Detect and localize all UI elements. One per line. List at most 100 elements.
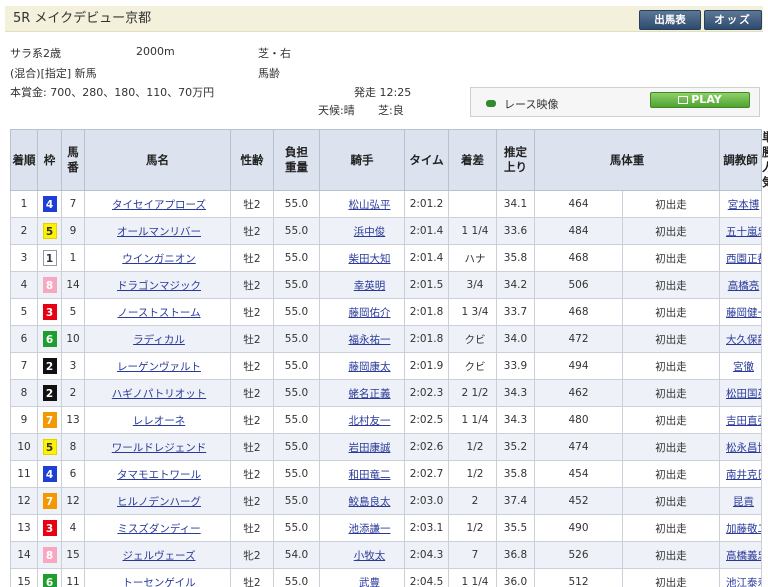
horse-number: 13 bbox=[61, 406, 85, 434]
jockey-name[interactable]: 松山弘平 bbox=[319, 190, 405, 218]
trainer-name-link[interactable]: 松永昌博 bbox=[726, 442, 761, 454]
trainer-name-link[interactable]: 南井克巳 bbox=[726, 469, 761, 481]
trainer-name[interactable]: 大久保龍志 bbox=[719, 325, 762, 353]
horse-name[interactable]: トーセンゲイル bbox=[84, 568, 231, 587]
race-title: 5R メイクデビュー京都 bbox=[13, 11, 152, 26]
jockey-name-link[interactable]: 藤岡佑介 bbox=[349, 307, 391, 319]
horse-name-link[interactable]: ヒルノデンハーグ bbox=[117, 496, 201, 508]
margin: 1 1/4 bbox=[448, 406, 497, 434]
horse-name-link[interactable]: ワールドレジェンド bbox=[112, 442, 207, 454]
trainer-name[interactable]: 高橋亮 bbox=[719, 271, 762, 299]
jockey-name-link[interactable]: 北村友一 bbox=[349, 415, 391, 427]
jockey-name-link[interactable]: 和田竜二 bbox=[349, 469, 391, 481]
trainer-name-link[interactable]: 池江泰寿 bbox=[726, 577, 761, 587]
sex-age: 牡2 bbox=[230, 298, 274, 326]
trainer-name-link[interactable]: 五十嵐忠男 bbox=[726, 226, 761, 238]
trainer-name[interactable]: 吉田直弘 bbox=[719, 406, 762, 434]
jockey-name-link[interactable]: 蛯名正義 bbox=[349, 388, 391, 400]
jockey-name-link[interactable]: 小牧太 bbox=[354, 550, 386, 562]
jockey-name-link[interactable]: 幸英明 bbox=[354, 280, 386, 292]
body-weight: 484 bbox=[534, 217, 623, 245]
horse-name[interactable]: ドラゴンマジック bbox=[84, 271, 231, 299]
horse-name-link[interactable]: タマモエトワール bbox=[117, 469, 201, 481]
horse-name[interactable]: タマモエトワール bbox=[84, 460, 231, 488]
trainer-name-link[interactable]: 宮本博 bbox=[728, 199, 760, 211]
jockey-name[interactable]: 鮫島良太 bbox=[319, 487, 405, 515]
horse-name-link[interactable]: オールマンリバー bbox=[117, 226, 201, 238]
horse-name-link[interactable]: ノーストストーム bbox=[117, 307, 200, 319]
trainer-name-link[interactable]: 大久保龍志 bbox=[726, 334, 761, 346]
trainer-name-link[interactable]: 加藤敬二 bbox=[726, 523, 761, 535]
jockey-name-link[interactable]: 浜中俊 bbox=[354, 226, 386, 238]
jockey-name[interactable]: 岩田康誠 bbox=[319, 433, 405, 461]
trainer-name[interactable]: 藤岡健一 bbox=[719, 298, 762, 326]
horse-name-link[interactable]: トーセンゲイル bbox=[122, 577, 195, 587]
jockey-name-link[interactable]: 鮫島良太 bbox=[349, 496, 391, 508]
horse-name-link[interactable]: ドラゴンマジック bbox=[117, 280, 201, 292]
horse-name[interactable]: レレオーネ bbox=[84, 406, 231, 434]
trainer-name-link[interactable]: 西園正都 bbox=[726, 253, 761, 265]
jockey-name[interactable]: 柴田大知 bbox=[319, 244, 405, 272]
waku-cell: 2 bbox=[37, 379, 62, 407]
trainer-name[interactable]: 松永昌博 bbox=[719, 433, 762, 461]
jockey-name[interactable]: 幸英明 bbox=[319, 271, 405, 299]
horse-name[interactable]: ラディカル bbox=[84, 325, 231, 353]
horse-name[interactable]: ジェルヴェーズ bbox=[84, 541, 231, 569]
horse-name-link[interactable]: ジェルヴェーズ bbox=[123, 550, 196, 562]
trainer-name[interactable]: 五十嵐忠男 bbox=[719, 217, 762, 245]
trainer-name[interactable]: 南井克巳 bbox=[719, 460, 762, 488]
trainer-name[interactable]: 高橋義忠 bbox=[719, 541, 762, 569]
jockey-name[interactable]: 和田竜二 bbox=[319, 460, 405, 488]
trainer-name[interactable]: 松田国英 bbox=[719, 379, 762, 407]
trainer-name-link[interactable]: 藤岡健一 bbox=[726, 307, 761, 319]
horse-name-link[interactable]: ウインガニオン bbox=[122, 253, 196, 265]
trainer-name[interactable]: 昆貢 bbox=[719, 487, 762, 515]
jockey-name[interactable]: 藤岡佑介 bbox=[319, 298, 405, 326]
jockey-name[interactable]: 北村友一 bbox=[319, 406, 405, 434]
odds-button[interactable]: オッズ bbox=[704, 10, 762, 30]
trainer-name-link[interactable]: 吉田直弘 bbox=[726, 415, 761, 427]
jockey-name-link[interactable]: 池添謙一 bbox=[349, 523, 391, 535]
entries-button[interactable]: 出馬表 bbox=[639, 10, 701, 30]
trainer-name[interactable]: 宮徹 bbox=[719, 352, 762, 380]
body-weight: 490 bbox=[534, 514, 623, 542]
jockey-name-link[interactable]: 藤岡康太 bbox=[349, 361, 391, 373]
jockey-name[interactable]: 浜中俊 bbox=[319, 217, 405, 245]
trainer-name-link[interactable]: 昆貢 bbox=[733, 496, 754, 508]
horse-name-link[interactable]: タイセイアプローズ bbox=[112, 199, 206, 211]
jockey-name[interactable]: 武豊 bbox=[319, 568, 405, 587]
horse-name[interactable]: ミスズダンディー bbox=[84, 514, 231, 542]
horse-name[interactable]: レーゲンヴァルト bbox=[84, 352, 231, 380]
horse-name-link[interactable]: レレオーネ bbox=[133, 415, 186, 427]
horse-name[interactable]: ノーストストーム bbox=[84, 298, 231, 326]
jockey-name-link[interactable]: 武豊 bbox=[359, 577, 380, 587]
trainer-name-link[interactable]: 松田国英 bbox=[726, 388, 761, 400]
horse-name-link[interactable]: ハギノパトリオット bbox=[112, 388, 206, 400]
horse-name[interactable]: ワールドレジェンド bbox=[84, 433, 231, 461]
trainer-name[interactable]: 加藤敬二 bbox=[719, 514, 762, 542]
jockey-name-link[interactable]: 福永祐一 bbox=[349, 334, 391, 346]
horse-name[interactable]: タイセイアプローズ bbox=[84, 190, 231, 218]
trainer-name[interactable]: 宮本博 bbox=[719, 190, 762, 218]
play-button[interactable]: PLAY bbox=[650, 92, 750, 108]
horse-name-link[interactable]: ラディカル bbox=[133, 334, 185, 346]
horse-name[interactable]: オールマンリバー bbox=[84, 217, 231, 245]
jockey-name-link[interactable]: 柴田大知 bbox=[349, 253, 391, 265]
horse-name-link[interactable]: ミスズダンディー bbox=[117, 523, 200, 535]
horse-name[interactable]: ウインガニオン bbox=[84, 244, 231, 272]
trainer-name[interactable]: 池江泰寿 bbox=[719, 568, 762, 587]
trainer-name-link[interactable]: 宮徹 bbox=[733, 361, 754, 373]
horse-name-link[interactable]: レーゲンヴァルト bbox=[117, 361, 201, 373]
horse-name[interactable]: ヒルノデンハーグ bbox=[84, 487, 231, 515]
jockey-name[interactable]: 蛯名正義 bbox=[319, 379, 405, 407]
jockey-name-link[interactable]: 岩田康誠 bbox=[349, 442, 391, 454]
trainer-name-link[interactable]: 高橋義忠 bbox=[726, 550, 761, 562]
horse-name[interactable]: ハギノパトリオット bbox=[84, 379, 231, 407]
jockey-name-link[interactable]: 松山弘平 bbox=[349, 199, 391, 211]
jockey-name[interactable]: 小牧太 bbox=[319, 541, 405, 569]
trainer-name-link[interactable]: 高橋亮 bbox=[728, 280, 760, 292]
jockey-name[interactable]: 福永祐一 bbox=[319, 325, 405, 353]
jockey-name[interactable]: 藤岡康太 bbox=[319, 352, 405, 380]
jockey-name[interactable]: 池添謙一 bbox=[319, 514, 405, 542]
trainer-name[interactable]: 西園正都 bbox=[719, 244, 762, 272]
